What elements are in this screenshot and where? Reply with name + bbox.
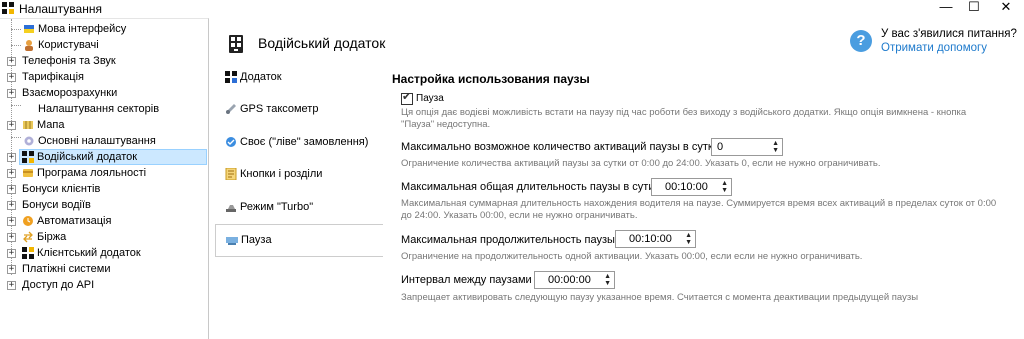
pause-hint-line2: "Пауза" недоступна. (401, 119, 491, 130)
max-total-hint-line2: до 24:00. Указать 00:00, если не нужно о… (401, 210, 638, 221)
driver-app-icon (22, 151, 34, 163)
max-duration-hint: Ограничение на продолжительность одной а… (401, 251, 863, 262)
expand-icon[interactable]: + (7, 281, 16, 290)
expand-icon[interactable]: + (7, 73, 16, 82)
page-title: Водійський додаток (258, 35, 386, 51)
map-icon (23, 121, 33, 129)
nav-item-pause[interactable]: Пауза (215, 224, 383, 257)
minimize-button[interactable]: — (932, 0, 960, 15)
max-total-label: Максимальная общая длительность паузы в … (401, 181, 658, 193)
gps-icon (226, 104, 236, 114)
gear-icon (24, 136, 34, 146)
section-title: Настройка использования паузы (392, 72, 590, 86)
tree-item-loyalty[interactable]: + Програма лояльності (0, 165, 208, 181)
max-total-hint-line1: Максимальная суммарная длительность нахо… (401, 198, 997, 209)
expand-icon[interactable]: + (7, 57, 16, 66)
nav-item-gps[interactable]: GPS таксометр (215, 94, 381, 124)
tree-item-api[interactable]: + Доступ до API (0, 277, 208, 293)
nav-item-app[interactable]: Додаток (215, 62, 381, 92)
app-icon (225, 71, 237, 83)
expand-icon[interactable]: + (7, 169, 16, 178)
turbo-icon (226, 205, 236, 212)
settings-tree: Мова інтерфейсу Користувачі + Телефонія … (0, 18, 209, 339)
expand-icon[interactable]: + (7, 153, 16, 162)
stepper-arrows-icon[interactable]: ▲ ▼ (721, 180, 728, 194)
tree-item-payments[interactable]: + Взаєморозрахунки (0, 85, 208, 101)
flag-icon (24, 25, 34, 33)
pause-hint-line1: Ця опція дає водієві можливість встати н… (401, 107, 967, 118)
get-help-link[interactable]: Отримати допомогу (881, 42, 987, 54)
tree-item-tariffs[interactable]: + Тарифікація (0, 69, 208, 85)
max-count-hint: Ограничение количества активаций паузы з… (401, 158, 881, 169)
stepper-arrows-icon[interactable]: ▲ ▼ (772, 140, 779, 154)
max-duration-input[interactable]: 00:10:00 ▲ ▼ (615, 230, 696, 248)
nav-item-turbo[interactable]: Режим "Turbo" (215, 192, 381, 222)
stepper-arrows-icon[interactable]: ▲ ▼ (685, 232, 692, 246)
expand-icon[interactable]: + (7, 89, 16, 98)
tree-item-payment-systems[interactable]: + Платіжні системи (0, 261, 208, 277)
max-count-stepper[interactable]: 0 ▲ ▼ (711, 138, 783, 156)
automation-icon (23, 216, 33, 226)
close-button[interactable]: ✕ (992, 0, 1020, 15)
tree-item-driver-app[interactable]: + Водійський додаток (0, 149, 208, 165)
tree-item-language[interactable]: Мова інтерфейсу (0, 21, 208, 37)
tree-item-main-settings[interactable]: Основні налаштування (0, 133, 208, 149)
stepper-arrows-icon[interactable]: ▲ ▼ (604, 273, 611, 287)
interval-input[interactable]: 00:00:00 ▲ ▼ (534, 271, 615, 289)
checkmark-icon: ✔ (402, 91, 412, 103)
tree-item-client-bonus[interactable]: + Бонуси клієнтів (0, 181, 208, 197)
tree-item-sectors[interactable]: Налаштування секторів (0, 101, 208, 117)
interval-label: Интервал между паузами (401, 274, 532, 286)
tree-item-client-app[interactable]: + Клієнтський додаток (0, 245, 208, 261)
expand-icon[interactable]: + (7, 233, 16, 242)
expand-icon[interactable]: + (7, 265, 16, 274)
help-question-text: У вас з'явилися питання? (881, 28, 1017, 40)
tree-item-driver-bonus[interactable]: + Бонуси водіїв (0, 197, 208, 213)
own-order-icon (226, 137, 236, 147)
exchange-icon (23, 231, 33, 243)
max-duration-label: Максимальная продолжительность паузы. (401, 234, 618, 246)
interval-hint: Запрещает активировать следующую паузу у… (401, 292, 919, 303)
app-logo-icon (2, 2, 14, 14)
expand-icon[interactable]: + (7, 121, 16, 130)
tree-item-map[interactable]: + Мапа (0, 117, 208, 133)
help-question-icon[interactable]: ? (850, 30, 872, 52)
expand-icon[interactable]: + (7, 217, 16, 226)
client-app-icon (22, 247, 34, 259)
pause-checkbox-label: Пауза (416, 93, 444, 104)
title-bar: Налаштування — ☐ ✕ (0, 0, 1024, 18)
nav-item-own-order[interactable]: Своє ("ліве" замовлення) (215, 127, 381, 157)
max-count-label: Максимально возможное количество активац… (401, 141, 719, 153)
tree-item-telephony[interactable]: + Телефонія та Звук (0, 53, 208, 69)
buttons-icon (225, 168, 237, 180)
users-icon (25, 40, 33, 51)
pause-icon (226, 237, 238, 245)
maximize-button[interactable]: ☐ (960, 0, 988, 15)
expand-icon[interactable]: + (7, 249, 16, 258)
tree-item-users[interactable]: Користувачі (0, 37, 208, 53)
expand-icon[interactable]: + (7, 185, 16, 194)
tree-item-exchange[interactable]: + Біржа (0, 229, 208, 245)
tree-item-automation[interactable]: + Автоматизація (0, 213, 208, 229)
driver-app-header-icon (229, 35, 243, 53)
loyalty-icon (23, 169, 33, 177)
expand-icon[interactable]: + (7, 201, 16, 210)
window-title: Налаштування (19, 2, 102, 16)
nav-item-buttons[interactable]: Кнопки і розділи (215, 159, 381, 189)
max-total-duration-input[interactable]: 00:10:00 ▲ ▼ (651, 178, 732, 196)
